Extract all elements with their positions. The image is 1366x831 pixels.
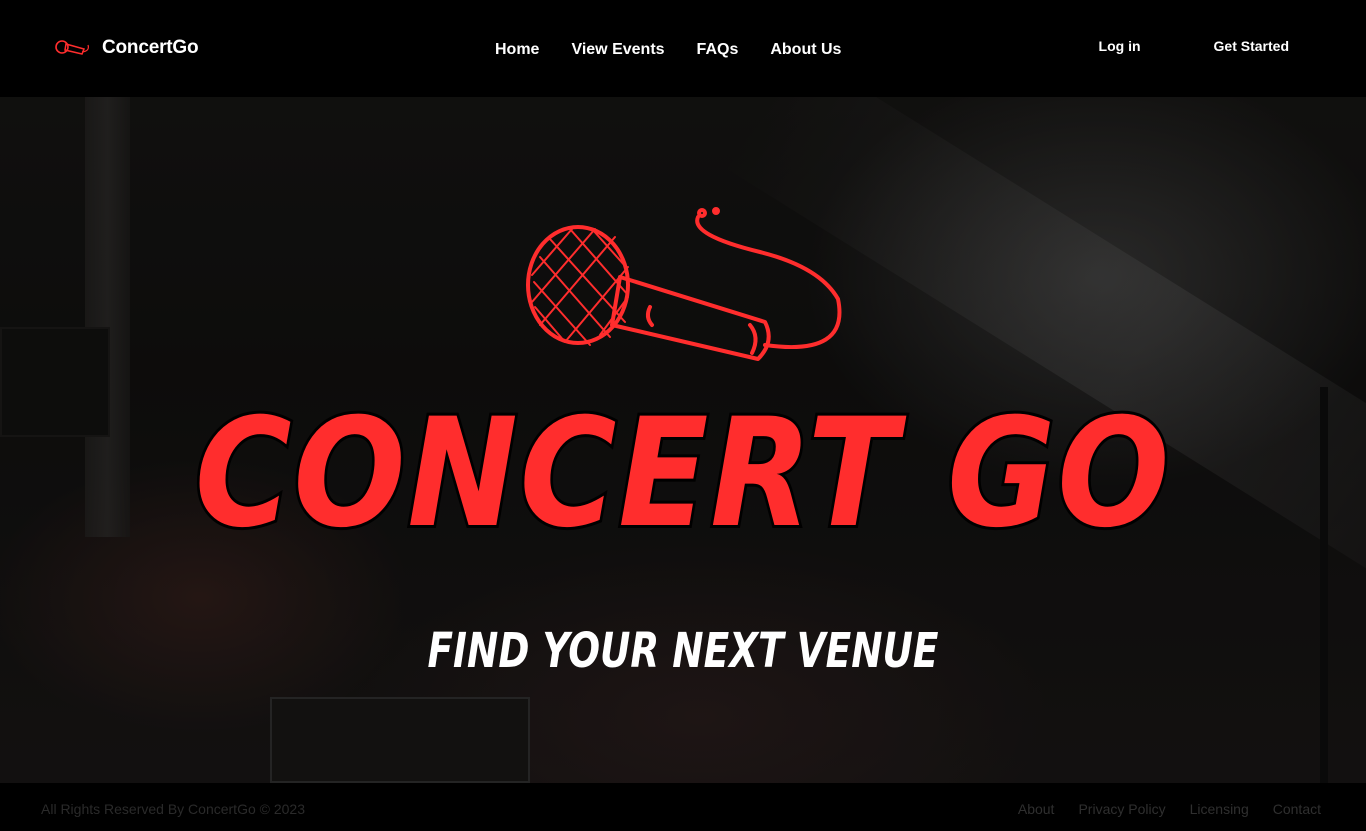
hero-title: CONCERT GO: [192, 384, 1172, 564]
nav-view-events[interactable]: View Events: [571, 41, 664, 59]
brand-name: ConcertGo: [102, 37, 199, 58]
hero-subtitle: FIND YOUR NEXT VENUE: [427, 623, 939, 679]
brand[interactable]: ConcertGo: [54, 35, 199, 61]
footer-link-privacy-policy[interactable]: Privacy Policy: [1078, 801, 1165, 817]
microphone-icon: [55, 40, 89, 55]
footer: All Rights Reserved By ConcertGo © 2023 …: [0, 783, 1366, 831]
login-link[interactable]: Log in: [1099, 38, 1141, 54]
nav-about-us[interactable]: About Us: [770, 41, 841, 59]
get-started-button[interactable]: Get Started: [1197, 38, 1306, 54]
footer-link-contact[interactable]: Contact: [1273, 801, 1321, 817]
copyright-text: All Rights Reserved By ConcertGo © 2023: [41, 801, 305, 817]
auth-actions: Log in Get Started: [1099, 38, 1306, 54]
nav-home[interactable]: Home: [495, 41, 539, 59]
nav-faqs[interactable]: FAQs: [697, 41, 739, 59]
footer-links: About Privacy Policy Licensing Contact: [1018, 801, 1321, 817]
microphone-icon: [526, 207, 842, 361]
footer-link-about[interactable]: About: [1018, 801, 1055, 817]
footer-link-licensing[interactable]: Licensing: [1190, 801, 1249, 817]
main-nav: Home View Events FAQs About Us: [495, 41, 841, 59]
hero-section: CONCERT GO FIND YOUR NEXT VENUE: [0, 97, 1366, 783]
top-navbar: ConcertGo Home View Events FAQs About Us…: [0, 0, 1366, 97]
